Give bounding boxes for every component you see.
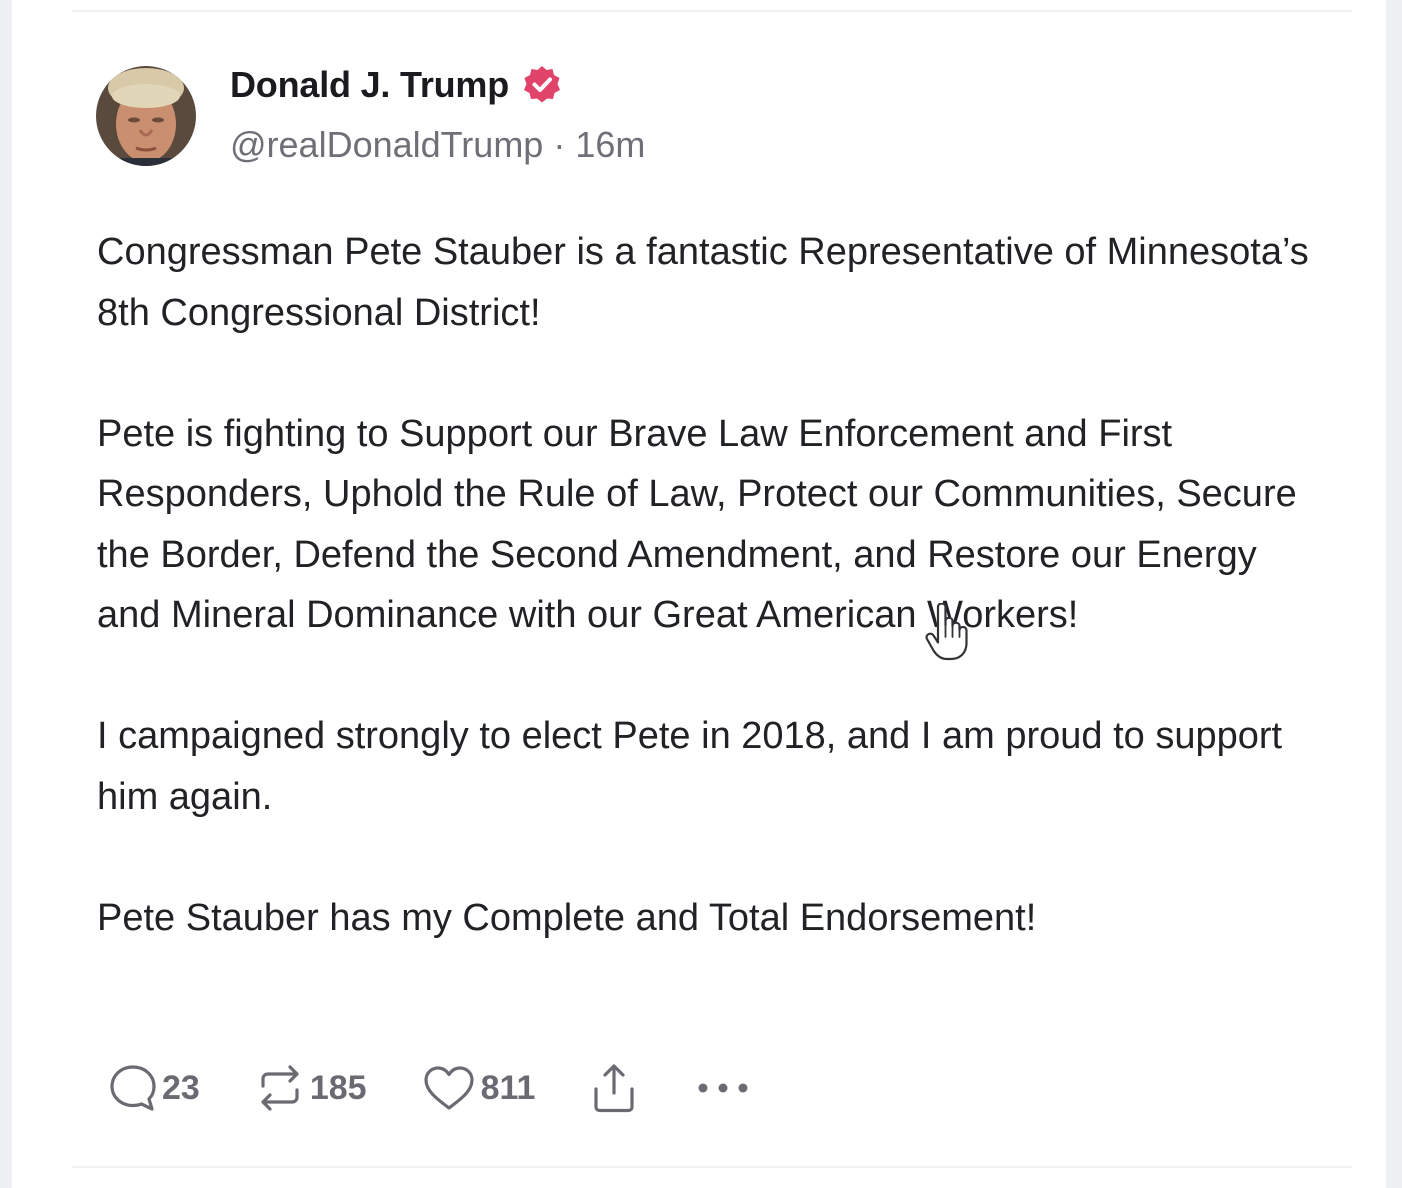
reply-button[interactable]: 23: [108, 1062, 200, 1114]
share-icon: [591, 1061, 637, 1115]
post-card: Donald J. Trump @realDonaldTrump · 16m C…: [12, 0, 1386, 1188]
post-paragraph: I campaigned strongly to elect Pete in 2…: [97, 715, 1283, 818]
post-paragraph: Congressman Pete Stauber is a fantastic …: [97, 231, 1309, 334]
heart-icon: [421, 1062, 477, 1114]
post-actions: 23 185 811: [108, 1060, 751, 1116]
more-icon: [695, 1078, 751, 1098]
repost-button[interactable]: 185: [254, 1062, 367, 1114]
top-divider: [72, 10, 1352, 12]
post-timestamp[interactable]: 16m: [575, 124, 645, 166]
avatar[interactable]: [96, 66, 196, 166]
hand-pointer-cursor-icon: [924, 602, 972, 661]
like-count: 811: [480, 1068, 536, 1107]
post-paragraph: Pete is fighting to Support our Brave La…: [97, 412, 1297, 637]
like-button[interactable]: 811: [421, 1062, 536, 1114]
post-paragraph: Pete Stauber has my Complete and Total E…: [97, 896, 1037, 939]
post-body: Congressman Pete Stauber is a fantastic …: [97, 222, 1327, 948]
reply-count: 23: [162, 1068, 200, 1107]
author-row: Donald J. Trump: [230, 64, 563, 106]
author-display-name[interactable]: Donald J. Trump: [230, 64, 509, 106]
repost-icon: [254, 1062, 306, 1114]
bottom-divider: [72, 1166, 1352, 1168]
meta-separator: ·: [553, 124, 566, 165]
repost-count: 185: [309, 1068, 367, 1107]
reply-icon: [108, 1062, 158, 1114]
verified-badge-icon: [521, 64, 563, 106]
share-button[interactable]: [591, 1061, 637, 1115]
more-options-button[interactable]: [695, 1078, 751, 1098]
author-handle[interactable]: @realDonaldTrump: [230, 124, 543, 166]
author-meta: @realDonaldTrump · 16m: [230, 124, 645, 166]
